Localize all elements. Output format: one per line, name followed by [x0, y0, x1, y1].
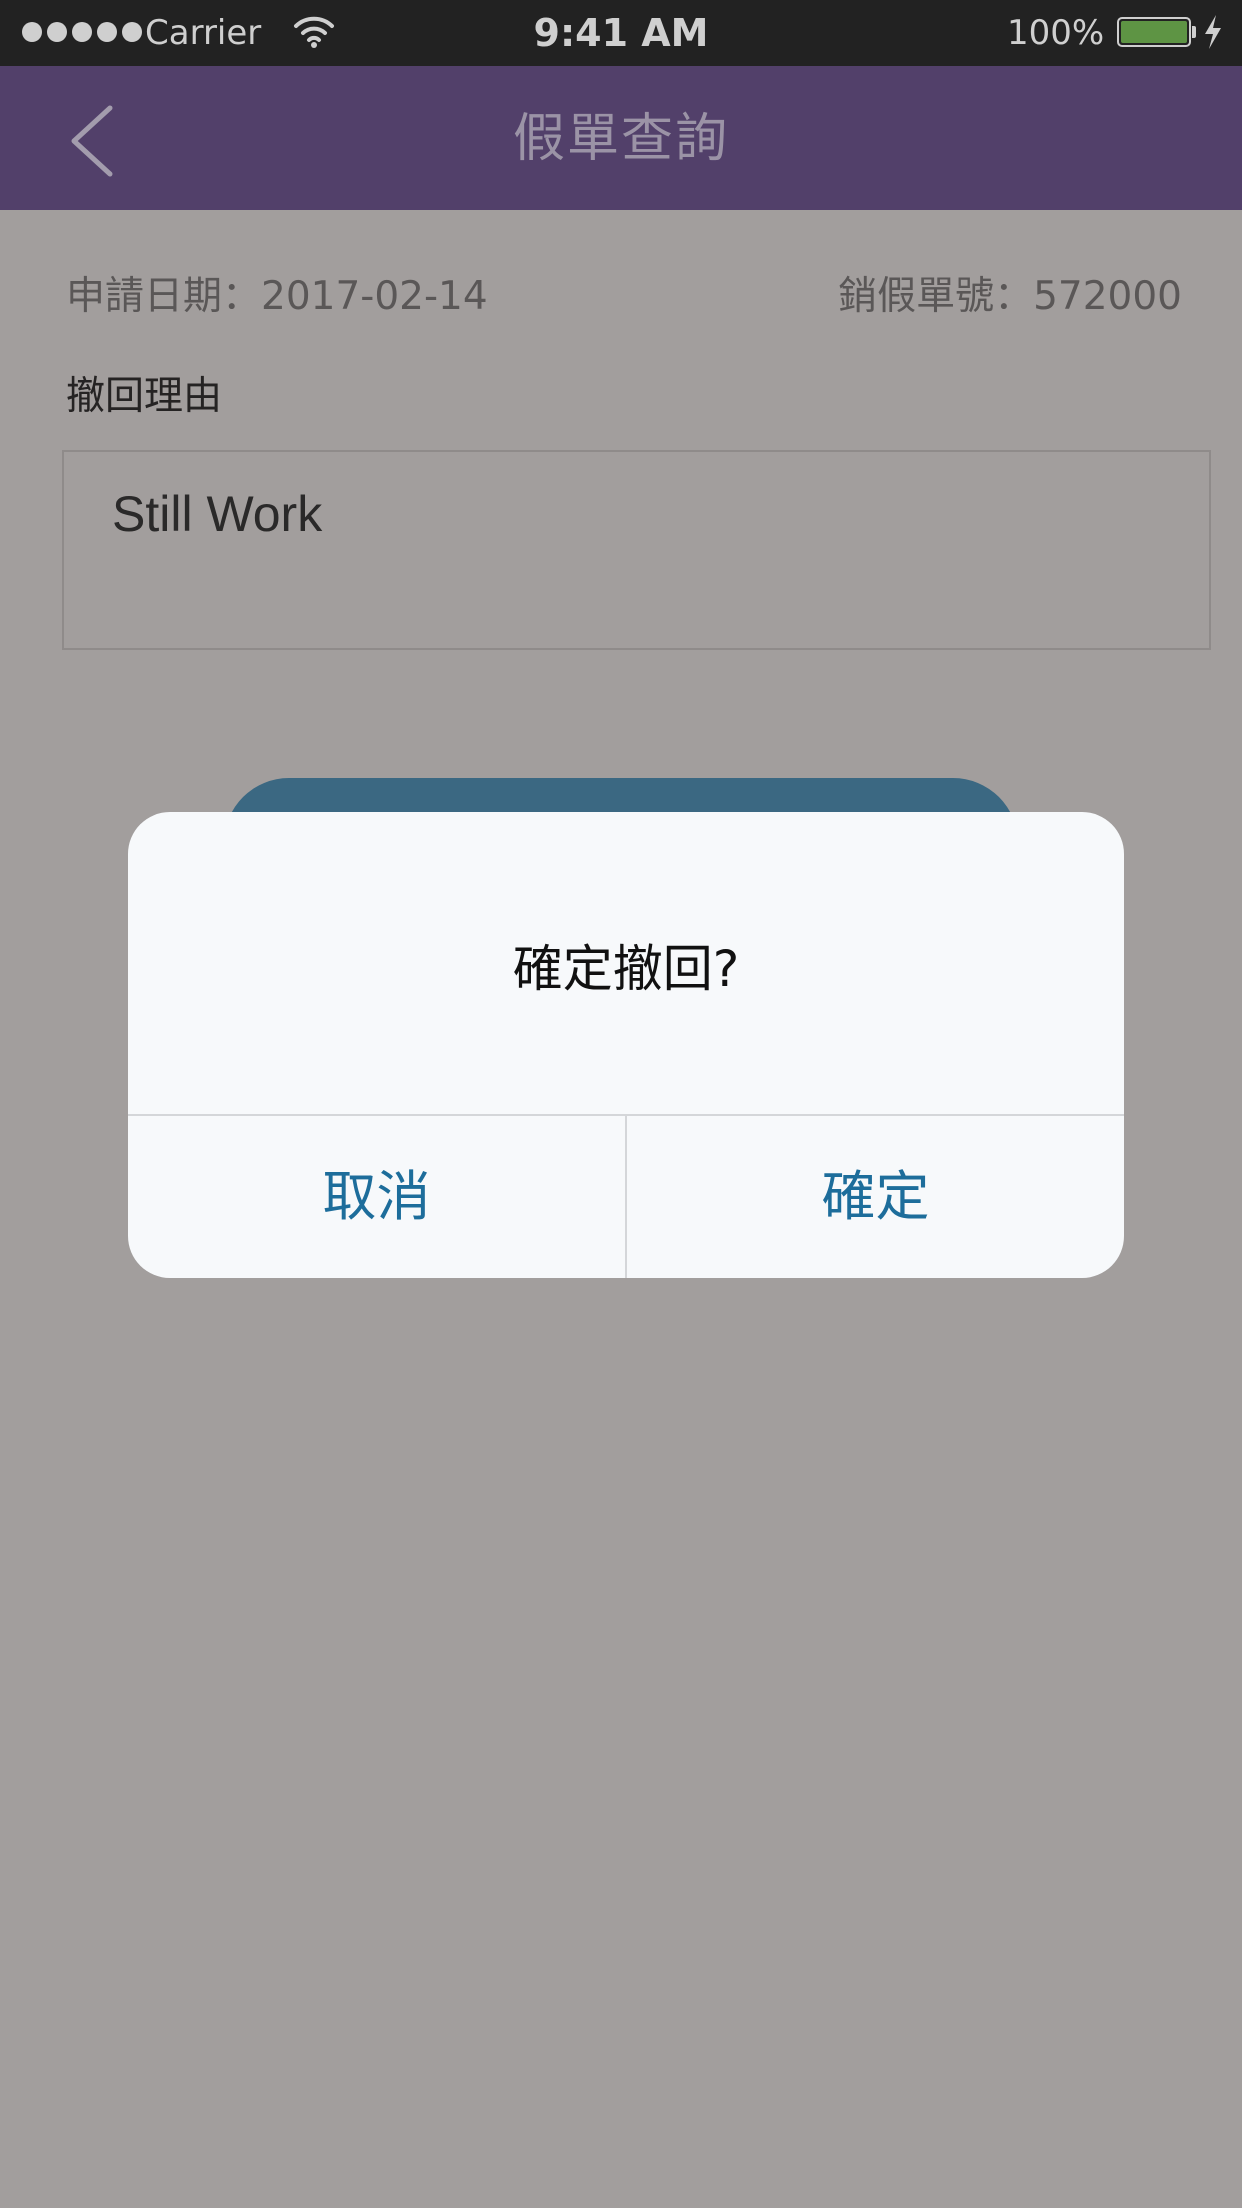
- confirm-button[interactable]: 確定: [627, 1116, 1124, 1278]
- reason-label: 撤回理由: [66, 374, 223, 419]
- nav-bar: 假單查詢: [0, 66, 1242, 210]
- info-row: 申請日期：2017-02-14 銷假單號：572000: [66, 270, 1182, 324]
- battery-icon: [1117, 17, 1191, 47]
- status-bar: Carrier 9:41 AM 100%: [0, 0, 1242, 66]
- dialog-message: 確定撤回?: [512, 940, 740, 998]
- confirm-dialog: 確定撤回? 取消 確定: [128, 812, 1124, 1278]
- page-title: 假單查詢: [512, 109, 729, 169]
- cancellation-number: 銷假單號：572000: [838, 274, 1182, 319]
- cancel-button[interactable]: 取消: [128, 1116, 625, 1278]
- reason-textarea[interactable]: Still Work: [62, 450, 1211, 650]
- battery-percentage: 100%: [1007, 13, 1105, 53]
- apply-date: 申請日期：2017-02-14: [66, 274, 488, 319]
- reason-text: Still Work: [112, 486, 323, 542]
- charging-bolt-icon: [1205, 15, 1221, 49]
- battery-level: [1121, 21, 1187, 43]
- battery-tip: [1192, 26, 1196, 38]
